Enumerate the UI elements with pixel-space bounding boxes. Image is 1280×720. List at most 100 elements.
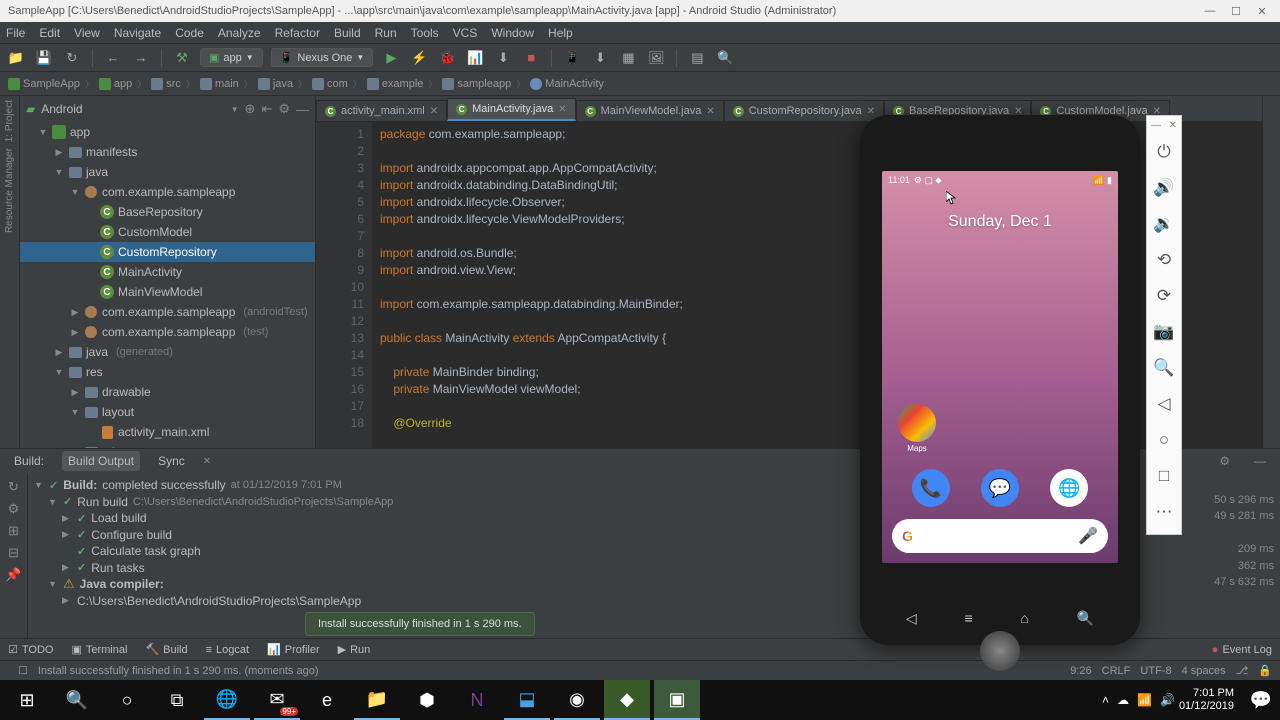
chrome-icon[interactable]: 🌐 [204, 680, 250, 720]
rerun-icon[interactable]: ↻ [8, 479, 19, 495]
menu-help[interactable]: Help [548, 26, 573, 40]
tab-resource-mgr[interactable]: Resource Manager [4, 148, 15, 233]
tab-terminal[interactable]: ▣ Terminal [71, 643, 127, 656]
obs-icon[interactable]: ◉ [554, 680, 600, 720]
tree-item[interactable]: CCustomRepository [20, 242, 315, 262]
menu-navigate[interactable]: Navigate [114, 26, 161, 40]
tab-build-output[interactable]: Build Output [62, 451, 140, 471]
hide-icon[interactable]: — [1248, 451, 1272, 471]
overview-icon[interactable]: □ [1150, 458, 1178, 494]
right-tool-strip[interactable] [1262, 96, 1280, 448]
home-icon[interactable]: ⌂ [1020, 610, 1028, 626]
gear-icon[interactable]: ⚙ [278, 101, 290, 117]
taskbar-clock[interactable]: 7:01 PM01/12/2019 [1179, 687, 1242, 713]
google-search-bar[interactable]: G🎤 [892, 519, 1108, 553]
emulator-screen[interactable]: 11:01 ⚙ ▢ ⬥ 📶 ▮ Sunday, Dec 1 Maps 📞💬🌐 G… [882, 171, 1118, 563]
minimize-icon[interactable]: — [1151, 120, 1161, 134]
run-config-dropdown[interactable]: ▣app▼ [200, 48, 263, 67]
tree-item[interactable]: CCustomModel [20, 222, 315, 242]
menu-refactor[interactable]: Refactor [275, 26, 320, 40]
encoding[interactable]: UTF-8 [1140, 665, 1171, 677]
app-messages[interactable]: 💬 [981, 469, 1019, 507]
tree-item[interactable]: ▼res [20, 362, 315, 382]
debug-icon[interactable]: 🐞 [437, 48, 457, 68]
rotate-left-icon[interactable]: ⟲ [1150, 242, 1178, 278]
target-icon[interactable]: ⊕ [245, 101, 256, 117]
indent[interactable]: 4 spaces [1182, 665, 1226, 677]
crumb[interactable]: java [258, 78, 293, 90]
line-separator[interactable]: CRLF [1102, 665, 1131, 677]
app-maps[interactable]: Maps [898, 404, 936, 453]
tree-item[interactable]: ▼layout [20, 402, 315, 422]
tree-item[interactable]: CMainViewModel [20, 282, 315, 302]
tab-build[interactable]: 🔨 Build [145, 643, 187, 656]
back-icon[interactable]: ◁ [1150, 386, 1178, 422]
search-icon[interactable]: 🔍 [715, 48, 735, 68]
camera-icon[interactable]: 📷 [1150, 314, 1178, 350]
sync-icon[interactable]: ↻ [62, 48, 82, 68]
volume-down-icon[interactable]: 🔉 [1150, 206, 1178, 242]
hardware-home-button[interactable] [980, 631, 1020, 671]
attach-icon[interactable]: ⬇ [493, 48, 513, 68]
crumb[interactable]: src [151, 78, 181, 90]
power-icon[interactable]: ⏻ [1150, 134, 1178, 170]
close-icon[interactable]: ✕ [1252, 4, 1272, 18]
tab-event-log[interactable]: ● Event Log [1212, 644, 1272, 656]
collapse-icon[interactable]: ⇤ [261, 101, 272, 117]
tab-profiler[interactable]: 📊 Profiler [267, 643, 320, 656]
filter-icon[interactable]: ⚙ [8, 501, 20, 517]
open-icon[interactable]: 📁 [6, 48, 26, 68]
editor-tab[interactable]: CMainActivity.java✕ [447, 98, 576, 121]
save-icon[interactable]: 💾 [34, 48, 54, 68]
menu-build[interactable]: Build [334, 26, 361, 40]
minimize-icon[interactable]: — [1200, 4, 1220, 18]
project-tree[interactable]: ▼app▶manifests▼java▼com.example.sampleap… [20, 122, 315, 448]
crumb[interactable]: sampleapp [442, 78, 511, 90]
menu-analyze[interactable]: Analyze [218, 26, 261, 40]
tree-item[interactable]: ▶mipmap [20, 442, 315, 448]
tree-item[interactable]: ▼com.example.sampleapp [20, 182, 315, 202]
search-icon[interactable]: 🔍 [1077, 610, 1094, 627]
cortana-icon[interactable]: ○ [104, 680, 150, 720]
hammer-icon[interactable]: ⚒ [172, 48, 192, 68]
assistant-icon[interactable]: 🎤 [1078, 526, 1098, 546]
pin-icon[interactable]: 📌 [5, 567, 21, 583]
close-icon[interactable]: ✕ [867, 106, 875, 117]
close-icon[interactable]: ✕ [706, 106, 714, 117]
recents-icon[interactable]: ≡ [964, 610, 972, 626]
vscode-icon[interactable]: ⬓ [504, 680, 550, 720]
android-studio-icon[interactable]: ◆ [604, 680, 650, 720]
tab-project[interactable]: 1: Project [4, 100, 15, 142]
tree-item[interactable]: CMainActivity [20, 262, 315, 282]
taskview-icon[interactable]: ⧉ [154, 680, 200, 720]
run-icon[interactable]: ▶ [381, 48, 401, 68]
home-icon[interactable]: ○ [1150, 422, 1178, 458]
tree-item[interactable]: ▶java(generated) [20, 342, 315, 362]
menu-vcs[interactable]: VCS [453, 26, 478, 40]
tree-item[interactable]: ▼app [20, 122, 315, 142]
forward-icon[interactable]: → [131, 48, 151, 68]
system-tray[interactable]: ˄ ☁ 📶 🔊 [1102, 693, 1175, 707]
emulator-device[interactable]: 11:01 ⚙ ▢ ⬥ 📶 ▮ Sunday, Dec 1 Maps 📞💬🌐 G… [860, 115, 1140, 645]
close-icon[interactable]: ✕ [1169, 120, 1177, 134]
maximize-icon[interactable]: ☐ [1226, 4, 1246, 18]
left-tool-strip[interactable]: 1: Project Resource Manager [0, 96, 20, 448]
rotate-right-icon[interactable]: ⟳ [1150, 278, 1178, 314]
sdk-icon[interactable]: ⬇ [590, 48, 610, 68]
app-chrome[interactable]: 🌐 [1050, 469, 1088, 507]
edge-icon[interactable]: e [304, 680, 350, 720]
emulator-icon[interactable]: ▣ [654, 680, 700, 720]
close-icon[interactable]: ✕ [430, 106, 438, 117]
layout-inspector-icon[interactable]: ▦ [618, 48, 638, 68]
structure-icon[interactable]: ▤ [687, 48, 707, 68]
more-icon[interactable]: ⋯ [1150, 494, 1178, 530]
tree-item[interactable]: ▼java [20, 162, 315, 182]
git-icon[interactable]: ⎇ [1236, 664, 1249, 677]
tree-item[interactable]: ▶manifests [20, 142, 315, 162]
editor-tab[interactable]: CMainViewModel.java✕ [576, 100, 724, 121]
view-mode[interactable]: Android [41, 102, 224, 116]
close-icon[interactable]: ✕ [197, 453, 217, 470]
tab-logcat[interactable]: ≡ Logcat [206, 644, 249, 656]
onenote-icon[interactable]: N [454, 680, 500, 720]
gear-icon[interactable]: ⚙ [1213, 451, 1236, 471]
